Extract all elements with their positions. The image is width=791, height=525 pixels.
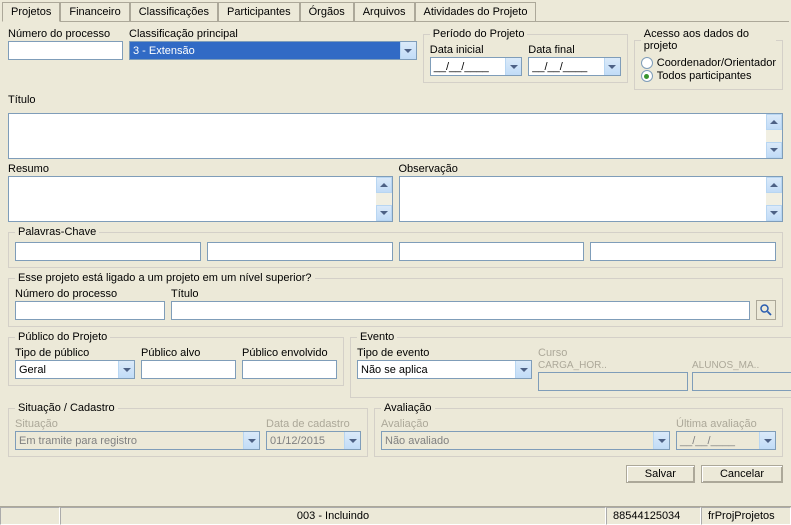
publico-envolvido-label: Público envolvido <box>242 347 337 359</box>
data-cadastro-input: 01/12/2015 <box>266 431 361 450</box>
search-button[interactable] <box>756 300 776 320</box>
tab-bar: Projetos Financeiro Classificações Parti… <box>2 2 789 22</box>
data-inicial-label: Data inicial <box>430 44 523 56</box>
publico-envolvido-input[interactable] <box>242 360 337 379</box>
avaliacao-label: Avaliação <box>381 418 670 430</box>
situacao-select: Em tramite para registro <box>15 431 260 450</box>
tipo-publico-label: Tipo de público <box>15 347 135 359</box>
palavra-chave-3[interactable] <box>399 242 585 261</box>
salvar-button[interactable]: Salvar <box>626 465 695 483</box>
tab-classificacoes[interactable]: Classificações <box>130 2 218 21</box>
tab-atividades[interactable]: Atividades do Projeto <box>415 2 537 21</box>
classificacao-label: Classificação principal <box>129 28 417 40</box>
scroll-up-icon[interactable] <box>766 114 782 130</box>
tab-participantes[interactable]: Participantes <box>218 2 300 21</box>
tab-arquivos[interactable]: Arquivos <box>354 2 415 21</box>
tipo-evento-select[interactable]: Não se aplica <box>357 360 532 379</box>
chevron-down-icon <box>759 432 775 449</box>
sup-numero-input[interactable] <box>15 301 165 320</box>
curso-label: Curso <box>538 347 791 359</box>
chevron-down-icon[interactable] <box>118 361 134 378</box>
carga-hor-label: CARGA_HOR.. <box>538 360 688 371</box>
tipo-publico-select[interactable]: Geral <box>15 360 135 379</box>
scrollbar[interactable] <box>376 177 392 221</box>
publico-alvo-label: Público alvo <box>141 347 236 359</box>
numero-processo-label: Número do processo <box>8 28 123 40</box>
sup-titulo-input[interactable] <box>171 301 750 320</box>
tab-financeiro[interactable]: Financeiro <box>60 2 129 21</box>
ultima-avaliacao-input: __/__/____ <box>676 431 776 450</box>
data-cadastro-label: Data de cadastro <box>266 418 361 430</box>
tipo-evento-label: Tipo de evento <box>357 347 532 359</box>
chevron-down-icon[interactable] <box>604 58 620 75</box>
search-icon <box>759 303 773 317</box>
resumo-label: Resumo <box>8 163 393 175</box>
alunos-ma-input <box>692 372 791 391</box>
classificacao-select[interactable]: 3 - Extensão <box>129 41 417 60</box>
status-cell-user: 88544125034 <box>606 507 701 525</box>
observacao-textarea[interactable] <box>399 176 784 222</box>
data-final-input[interactable]: __/__/____ <box>528 57 621 76</box>
carga-hor-input <box>538 372 688 391</box>
resumo-textarea[interactable] <box>8 176 393 222</box>
status-cell-form: frProjProjetos <box>701 507 791 525</box>
chevron-down-icon[interactable] <box>515 361 531 378</box>
avaliacao-select: Não avaliado <box>381 431 670 450</box>
palavra-chave-1[interactable] <box>15 242 201 261</box>
palavra-chave-2[interactable] <box>207 242 393 261</box>
superior-group-label: Esse projeto está ligado a um projeto em… <box>15 272 315 284</box>
periodo-group-label: Período do Projeto <box>430 28 528 40</box>
situacao-label: Situação <box>15 418 260 430</box>
chevron-down-icon[interactable] <box>505 58 521 75</box>
scroll-down-icon[interactable] <box>376 205 392 221</box>
publico-group-label: Público do Projeto <box>15 331 110 343</box>
ultima-avaliacao-label: Última avaliação <box>676 418 776 430</box>
status-cell-center: 003 - Incluindo <box>60 507 606 525</box>
chevron-down-icon <box>243 432 259 449</box>
radio-coordenador[interactable]: Coordenador/Orientador <box>641 57 776 69</box>
publico-alvo-input[interactable] <box>141 360 236 379</box>
evento-group-label: Evento <box>357 331 397 343</box>
radio-todos[interactable]: Todos participantes <box>641 70 776 82</box>
scroll-down-icon[interactable] <box>766 205 782 221</box>
radio-icon <box>641 57 653 69</box>
scroll-down-icon[interactable] <box>766 142 782 158</box>
alunos-ma-label: ALUNOS_MA.. <box>692 360 791 371</box>
scroll-up-icon[interactable] <box>376 177 392 193</box>
tab-projetos[interactable]: Projetos <box>2 2 60 22</box>
status-cell-empty <box>0 507 60 525</box>
scroll-up-icon[interactable] <box>766 177 782 193</box>
cancelar-button[interactable]: Cancelar <box>701 465 783 483</box>
palavra-chave-4[interactable] <box>590 242 776 261</box>
avaliacao-group-label: Avaliação <box>381 402 435 414</box>
tab-orgaos[interactable]: Órgãos <box>300 2 354 21</box>
numero-processo-input[interactable] <box>8 41 123 60</box>
sup-numero-label: Número do processo <box>15 288 165 300</box>
scrollbar[interactable] <box>766 114 782 158</box>
chevron-down-icon <box>653 432 669 449</box>
titulo-label: Título <box>8 94 36 106</box>
chevron-down-icon <box>344 432 360 449</box>
observacao-label: Observação <box>399 163 784 175</box>
status-bar: 003 - Incluindo 88544125034 frProjProjet… <box>0 506 791 525</box>
scrollbar[interactable] <box>766 177 782 221</box>
chevron-down-icon[interactable] <box>400 42 416 59</box>
situacao-group-label: Situação / Cadastro <box>15 402 118 414</box>
radio-icon <box>641 70 653 82</box>
titulo-textarea[interactable] <box>8 113 783 159</box>
palavras-chave-label: Palavras-Chave <box>15 226 99 238</box>
acesso-group-label: Acesso aos dados do projeto <box>641 28 776 52</box>
sup-titulo-label: Título <box>171 288 750 300</box>
data-inicial-input[interactable]: __/__/____ <box>430 57 523 76</box>
data-final-label: Data final <box>528 44 621 56</box>
